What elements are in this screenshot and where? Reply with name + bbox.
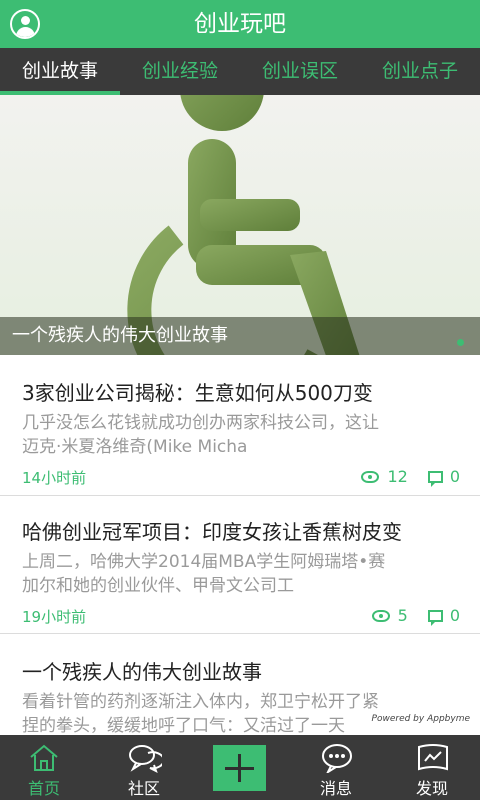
add-post-button[interactable] <box>213 745 266 791</box>
wheelchair-icon <box>127 95 360 355</box>
article-time: 14小时前 <box>22 469 87 487</box>
nav-messages[interactable]: 消息 <box>296 735 376 800</box>
view-count: 5 <box>397 606 408 625</box>
nav-community-label: 社区 <box>127 779 160 798</box>
view-count: 12 <box>387 467 408 486</box>
article-summary-line: 看着针管的药剂逐渐注入体内，郑卫宁松开了紧 <box>22 692 379 712</box>
article-title: 3家创业公司揭秘：生意如何从500刀变 <box>22 381 373 405</box>
home-icon <box>30 744 58 771</box>
tab-startup-stories[interactable]: 创业故事 <box>0 48 120 95</box>
carousel-indicator <box>457 339 464 346</box>
comment-count: 0 <box>449 606 460 625</box>
nav-home[interactable]: 首页 <box>4 735 84 800</box>
article-summary-line: 上周二，哈佛大学2014届MBA学生阿姆瑞塔•赛 <box>22 552 386 572</box>
banner-caption-text: 一个残疾人的伟大创业故事 <box>12 325 228 346</box>
article-summary-line: 几乎没怎么花钱就成功创办两家科技公司，这让 <box>22 413 379 433</box>
nav-discover-label: 发现 <box>415 779 448 798</box>
list-item[interactable]: 哈佛创业冠军项目：印度女孩让香蕉树皮变 上周二，哈佛大学2014届MBA学生阿姆… <box>0 496 480 634</box>
article-title: 哈佛创业冠军项目：印度女孩让香蕉树皮变 <box>22 520 402 544</box>
article-summary-line: 加尔和她的创业伙伴、甲骨文公司工 <box>22 576 294 596</box>
chat-bubbles-icon <box>129 745 162 773</box>
list-item[interactable]: 3家创业公司揭秘：生意如何从500刀变 几乎没怎么花钱就成功创办两家科技公司，这… <box>0 355 480 496</box>
comment-icon <box>427 470 443 487</box>
featured-banner[interactable]: 一个残疾人的伟大创业故事 <box>0 95 480 355</box>
eye-icon <box>371 609 390 622</box>
comment-icon <box>427 609 443 626</box>
title-bar: 创业玩吧 <box>0 0 480 48</box>
tab-startup-ideas[interactable]: 创业点子 <box>360 48 480 95</box>
comment-count: 0 <box>449 467 460 486</box>
article-title: 一个残疾人的伟大创业故事 <box>22 660 262 684</box>
article-stats: 5 0 <box>371 606 460 626</box>
nav-home-label: 首页 <box>27 779 60 798</box>
eye-icon <box>361 470 380 483</box>
discover-icon <box>418 744 448 771</box>
message-icon <box>322 744 352 773</box>
category-tabs: 创业故事 创业经验 创业误区 创业点子 <box>0 48 480 95</box>
powered-by-label: Powered by Appbyme <box>369 714 472 724</box>
nav-discover[interactable]: 发现 <box>392 735 472 800</box>
article-summary-line: 迈克·米夏洛维奇(Mike Micha <box>22 437 248 457</box>
app-title: 创业玩吧 <box>194 11 286 37</box>
banner-caption: 一个残疾人的伟大创业故事 <box>0 317 480 355</box>
nav-community[interactable]: 社区 <box>104 735 184 800</box>
tab-startup-experience[interactable]: 创业经验 <box>120 48 240 95</box>
article-stats: 12 0 <box>361 467 460 487</box>
tab-startup-pitfalls[interactable]: 创业误区 <box>240 48 360 95</box>
nav-messages-label: 消息 <box>319 779 352 798</box>
app-root: 创业玩吧 创业故事 创业经验 创业误区 创业点子 一个残疾人的伟大创业故事 3家… <box>0 0 480 800</box>
article-time: 19小时前 <box>22 608 87 626</box>
bottom-navigation: 首页 社区 消息 发现 <box>0 735 480 800</box>
